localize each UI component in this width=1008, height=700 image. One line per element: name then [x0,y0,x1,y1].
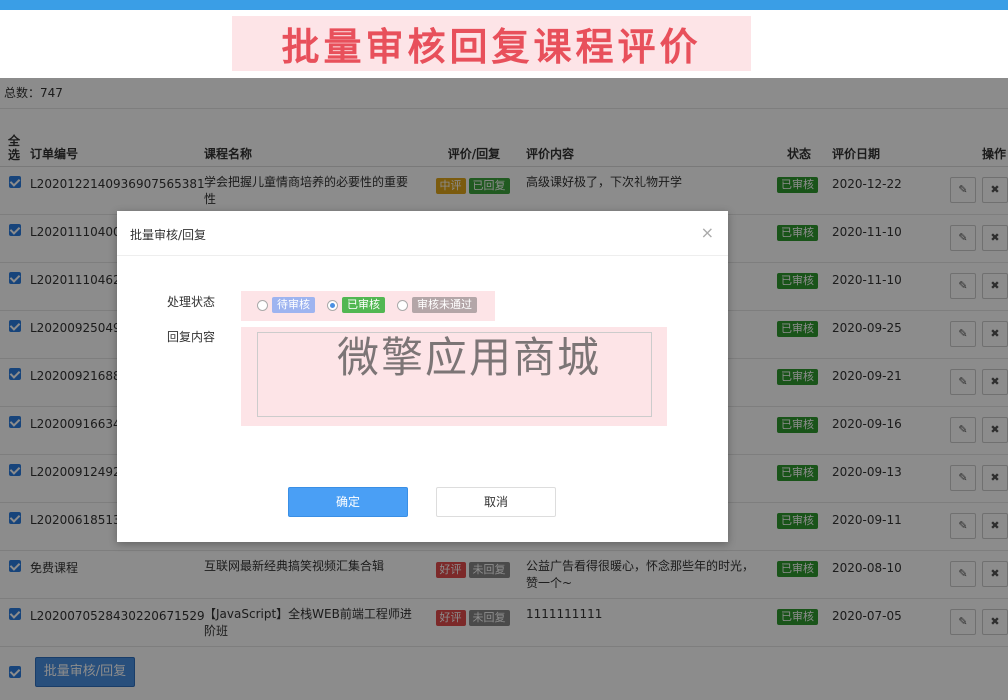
top-accent-bar [0,0,1008,10]
dialog-divider [117,255,728,256]
radio-rejected[interactable] [397,299,408,311]
reply-label: 回复内容 [167,330,216,344]
reply-textarea[interactable] [257,332,652,417]
close-icon[interactable]: × [701,223,714,242]
banner-title: 批量审核回复课程评价 [281,25,702,69]
cancel-button[interactable]: 取消 [436,487,556,517]
radio-pending[interactable] [257,299,268,311]
radio-approved[interactable] [327,299,338,311]
confirm-button[interactable]: 确定 [288,487,408,517]
promo-banner: 批量审核回复课程评价 [232,16,751,71]
batch-review-dialog: 批量审核/回复 × 处理状态 待审核 已审核 审核未通过 回复内容 微擎应用商城… [117,211,728,542]
dialog-title: 批量审核/回复 [130,228,207,242]
radio-label-rejected[interactable]: 审核未通过 [412,297,477,313]
radio-label-approved[interactable]: 已审核 [342,297,385,313]
status-radio-group: 待审核 已审核 审核未通过 [257,297,489,313]
radio-label-pending[interactable]: 待审核 [272,297,315,313]
status-label: 处理状态 [167,295,216,309]
